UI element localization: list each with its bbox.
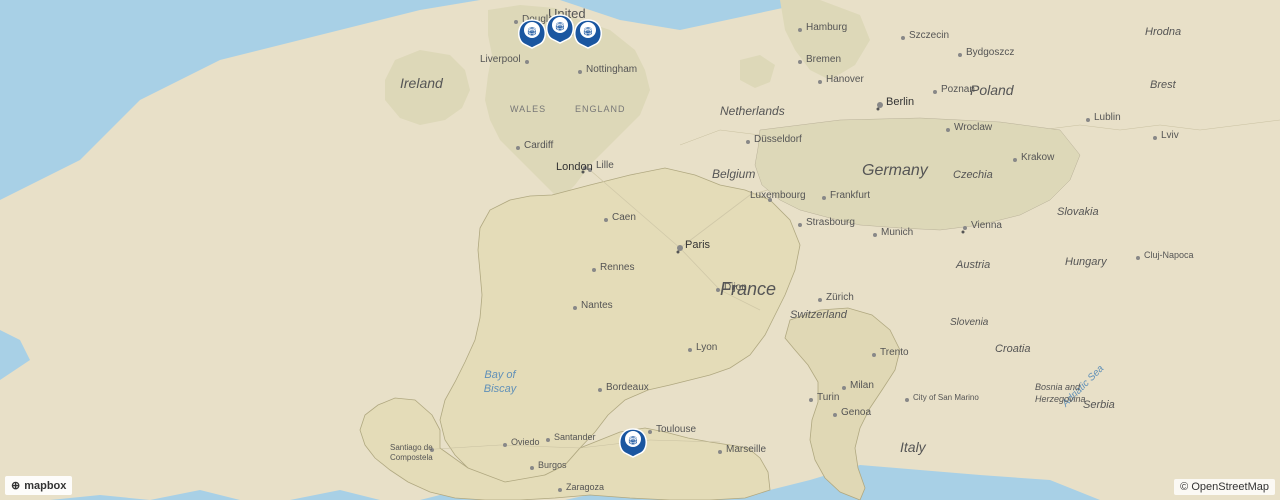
svg-text:ENGLAND: ENGLAND [575,104,626,114]
svg-text:Milan: Milan [850,380,874,391]
svg-text:Nantes: Nantes [581,300,613,311]
svg-text:Poland: Poland [970,82,1015,98]
svg-text:Luxembourg: Luxembourg [750,190,806,201]
svg-text:Berlin: Berlin [886,96,914,108]
svg-text:Czechia: Czechia [953,169,993,181]
svg-text:Turin: Turin [817,392,839,403]
svg-text:Croatia: Croatia [995,343,1030,355]
svg-text:Hamburg: Hamburg [806,22,847,33]
svg-text:Bordeaux: Bordeaux [606,382,649,393]
mapbox-text: mapbox [24,480,66,492]
svg-text:Szczecin: Szczecin [909,30,949,41]
map-attribution[interactable]: © OpenStreetMap [1174,479,1275,495]
map-container[interactable]: Bay of Biscay Adriatic Sea Ireland Unite… [0,0,1280,500]
svg-text:Serbia: Serbia [1083,399,1115,411]
svg-text:Ireland: Ireland [400,75,444,91]
svg-text:Belgium: Belgium [712,167,755,181]
svg-text:Cardiff: Cardiff [524,140,553,151]
svg-text:Italy: Italy [900,439,927,455]
svg-text:Slovenia: Slovenia [950,317,989,328]
svg-text:Lviv: Lviv [1161,130,1179,141]
svg-text:Trento: Trento [880,347,909,358]
svg-text:Burgos: Burgos [538,460,567,470]
mapbox-icon: ⊕ [11,479,20,492]
svg-text:Austria: Austria [955,259,990,271]
svg-text:Hungary: Hungary [1065,256,1108,268]
svg-text:Hrodna: Hrodna [1145,26,1181,38]
svg-text:London: London [556,161,593,173]
svg-text:Herzegovina: Herzegovina [1035,394,1086,404]
svg-text:Dijon: Dijon [724,282,747,293]
svg-text:Cluj-Napoca: Cluj-Napoca [1144,250,1194,260]
svg-text:🏟: 🏟 [628,436,638,445]
svg-text:Germany: Germany [862,162,929,179]
svg-text:Poznan: Poznan [941,84,975,95]
svg-text:🏟: 🏟 [527,27,537,36]
svg-text:Vienna: Vienna [971,220,1002,231]
svg-text:Slovakia: Slovakia [1057,206,1099,218]
svg-text:Bay of: Bay of [484,369,516,381]
attribution-text: © OpenStreetMap [1180,481,1269,493]
svg-text:🏟: 🏟 [555,22,565,31]
svg-text:Brest: Brest [1150,79,1177,91]
svg-text:Marseille: Marseille [726,444,766,455]
svg-text:Netherlands: Netherlands [720,104,785,118]
svg-text:Krakow: Krakow [1021,152,1055,163]
svg-text:Paris: Paris [685,239,711,251]
svg-text:Lyon: Lyon [696,342,717,353]
svg-text:Bydgoszcz: Bydgoszcz [966,47,1014,58]
svg-text:Santander: Santander [554,432,596,442]
svg-text:Biscay: Biscay [484,383,518,395]
map-background: Bay of Biscay Adriatic Sea Ireland Unite… [0,0,1280,500]
svg-text:Bosnia and: Bosnia and [1035,382,1081,392]
svg-text:Hanover: Hanover [826,74,864,85]
svg-text:Lublin: Lublin [1094,112,1121,123]
svg-text:Oviedo: Oviedo [511,437,540,447]
map-svg: Bay of Biscay Adriatic Sea Ireland Unite… [0,0,1280,500]
svg-text:Zürich: Zürich [826,292,854,303]
svg-text:Switzerland: Switzerland [790,309,848,321]
svg-text:City of San Marino: City of San Marino [913,393,979,402]
svg-text:Toulouse: Toulouse [656,424,696,435]
svg-text:Liverpool: Liverpool [480,54,521,65]
svg-text:🏟: 🏟 [583,27,593,36]
svg-text:Zaragoza: Zaragoza [566,482,604,492]
svg-text:Santiago de: Santiago de [390,443,433,452]
svg-text:WALES: WALES [510,104,546,114]
svg-text:Strasbourg: Strasbourg [806,217,855,228]
svg-text:Caen: Caen [612,212,636,223]
svg-text:Bremen: Bremen [806,54,841,65]
svg-text:Rennes: Rennes [600,262,634,273]
svg-text:Compostela: Compostela [390,453,433,462]
svg-text:Munich: Munich [881,227,913,238]
svg-text:Frankfurt: Frankfurt [830,190,870,201]
svg-text:Wroclaw: Wroclaw [954,122,993,133]
svg-text:Lille: Lille [596,160,614,171]
mapbox-logo: ⊕ mapbox [5,476,72,495]
svg-text:Genoa: Genoa [841,407,871,418]
svg-text:Nottingham: Nottingham [586,64,637,75]
svg-text:Düsseldorf: Düsseldorf [754,134,802,145]
